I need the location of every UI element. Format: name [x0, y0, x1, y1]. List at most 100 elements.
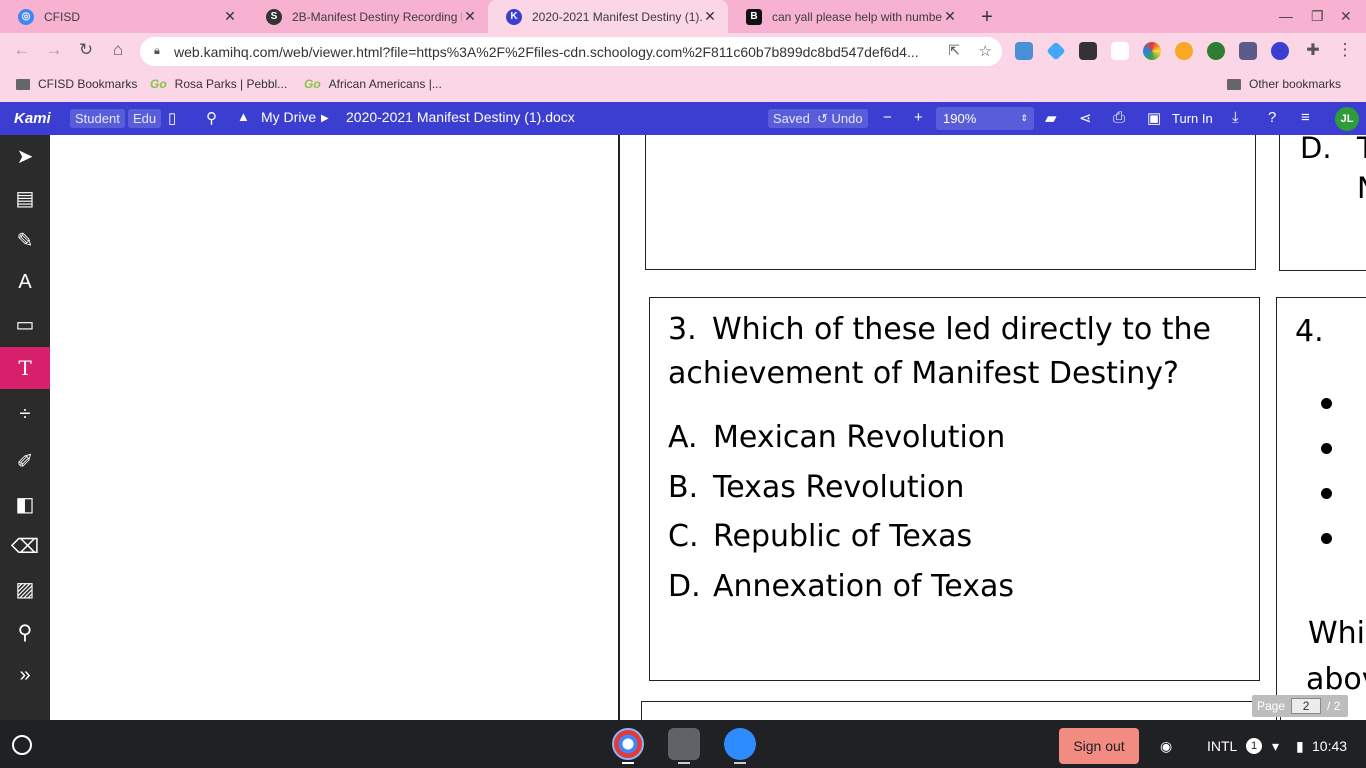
chrome-app-icon[interactable]	[612, 728, 644, 760]
bookmark-star-icon[interactable]: ☆	[979, 42, 992, 60]
drawing-tool-icon[interactable]: ✐	[0, 440, 50, 482]
extension-a-icon[interactable]	[1111, 42, 1129, 60]
markup-tool-icon[interactable]: ▤	[0, 177, 50, 219]
url-text: web.kamihq.com/web/viewer.html?file=http…	[174, 43, 919, 60]
open-folder-icon[interactable]: ▰	[1045, 109, 1057, 127]
accessibility-icon[interactable]: ◉	[1160, 738, 1172, 755]
open-external-icon[interactable]: ⇱	[948, 42, 960, 59]
zoom-app-icon[interactable]	[724, 728, 756, 760]
select-tool-icon[interactable]: ➤	[0, 135, 50, 177]
close-icon[interactable]: ✕	[942, 8, 958, 25]
text-tool-icon[interactable]: T	[0, 347, 50, 389]
close-window-icon[interactable]: ✕	[1340, 8, 1352, 25]
bookmark-label: African Americans |...	[328, 77, 442, 91]
tab-recording[interactable]: S 2B-Manifest Destiny Recording D ✕	[248, 0, 488, 33]
question-box-previous-right: D. T N	[1279, 135, 1366, 271]
shapes-tool-icon[interactable]: ◧	[0, 483, 50, 525]
bullet	[1321, 443, 1332, 454]
launcher-icon[interactable]	[12, 735, 32, 755]
tab-kami-document[interactable]: K 2020-2021 Manifest Destiny (1). ✕	[488, 0, 728, 33]
navigation-bar: ← → ↻ ⌂ 🔒︎ web.kamihq.com/web/viewer.htm…	[0, 33, 1366, 70]
hamburger-menu-icon[interactable]: ≡	[1301, 109, 1310, 126]
kami-logo: Kami	[14, 110, 51, 127]
bookmark-rosa-parks[interactable]: Go Rosa Parks | Pebbl...	[150, 77, 287, 91]
other-bookmarks[interactable]: Other bookmarks	[1227, 77, 1341, 91]
menu-more-icon[interactable]: ⋮	[1334, 40, 1356, 60]
keyboard-layout[interactable]: INTL	[1207, 738, 1237, 754]
schoology-icon: S	[266, 8, 282, 25]
extension-pdf-icon[interactable]	[1239, 42, 1257, 60]
forward-icon[interactable]: →	[43, 40, 65, 60]
close-icon[interactable]: ✕	[702, 8, 718, 25]
back-icon[interactable]: ←	[11, 40, 33, 60]
restore-icon[interactable]: ❐	[1311, 8, 1324, 25]
reload-icon[interactable]: ↻	[75, 40, 97, 60]
option-letter: D.	[1300, 135, 1332, 165]
equation-tool-icon[interactable]: A	[0, 261, 50, 303]
tab-brainly[interactable]: B can yall please help with numbe ✕	[728, 0, 968, 33]
close-icon[interactable]: ✕	[462, 8, 478, 25]
bookmark-label: Rosa Parks | Pebbl...	[174, 77, 288, 91]
option-a-text: Mexican Revolution	[713, 420, 1006, 455]
eraser-tool-icon[interactable]: ⌫	[0, 525, 50, 567]
address-bar[interactable]: 🔒︎ web.kamihq.com/web/viewer.html?file=h…	[140, 37, 1002, 66]
running-indicator	[678, 762, 690, 764]
comment-tool-icon[interactable]: ▭	[0, 303, 50, 345]
brainly-icon: B	[746, 8, 762, 25]
minimize-icon[interactable]: —	[1279, 8, 1293, 24]
print-icon[interactable]: ⎙	[1113, 109, 1125, 126]
extension-kami-icon[interactable]	[1271, 42, 1289, 60]
save-icon[interactable]: ▣	[1147, 109, 1161, 127]
signature-tool-icon[interactable]: ⚲	[0, 611, 50, 653]
zoom-out-icon[interactable]: −	[883, 109, 892, 126]
option-text-partial: N	[1357, 171, 1366, 205]
page-number-input[interactable]: 2	[1291, 698, 1322, 714]
document-filename[interactable]: 2020-2021 Manifest Destiny (1).docx	[346, 109, 575, 125]
share-icon[interactable]: ⋖	[1079, 109, 1092, 127]
home-icon[interactable]: ⌂	[107, 40, 129, 60]
download-icon[interactable]: ⤓	[1232, 109, 1239, 126]
question-3-line-2: achievement of Manifest Destiny?	[668, 356, 1179, 391]
image-tool-icon[interactable]: ▨	[0, 568, 50, 610]
option-b-text: Texas Revolution	[713, 470, 965, 505]
question-4-text-partial: Whi	[1308, 616, 1366, 651]
bookmark-african-americans[interactable]: Go African Americans |...	[304, 77, 442, 91]
new-tab-button[interactable]: +	[976, 6, 998, 29]
notification-count[interactable]: 1	[1246, 738, 1262, 754]
sign-out-button[interactable]: Sign out	[1059, 728, 1139, 764]
chrome-icon: ◎	[18, 8, 34, 25]
edu-badge: Edu	[128, 109, 162, 128]
undo-button[interactable]: ↺ Undo	[812, 109, 868, 128]
expand-toolbar-icon[interactable]: »	[0, 654, 50, 696]
tab-cfisd[interactable]: ◎ CFISD ✕	[0, 0, 248, 33]
search-icon[interactable]: ⚲	[206, 109, 217, 127]
my-drive-link[interactable]: My Drive	[261, 109, 316, 125]
zoom-select[interactable]: 190% ⇕	[936, 107, 1034, 130]
question-box-next	[641, 701, 1281, 720]
annotation-toolbar: ➤ ▤ ✎ A ▭ T ÷ ✐ ◧ ⌫ ▨ ⚲ »	[0, 135, 50, 720]
bookmark-cfisd[interactable]: CFISD Bookmarks	[16, 77, 137, 91]
camera-app-icon[interactable]	[668, 728, 700, 760]
document-viewer[interactable]: D. T N 3. Which of these led directly to…	[50, 135, 1366, 720]
divider-tool-icon[interactable]: ÷	[0, 393, 50, 435]
extension-diamond-icon[interactable]	[1046, 41, 1066, 61]
sidebar-toggle-icon[interactable]: ▯	[168, 109, 176, 127]
zoom-in-icon[interactable]: +	[914, 109, 923, 126]
extension-color-icon[interactable]	[1143, 42, 1161, 60]
clock[interactable]: 10:43	[1312, 738, 1347, 754]
drive-extension-icon[interactable]	[1015, 42, 1033, 60]
avatar[interactable]: JL	[1335, 107, 1359, 131]
running-indicator	[734, 762, 746, 764]
question-3-line-1: Which of these led directly to the	[712, 312, 1212, 347]
comment-voice-tool-icon[interactable]: ✎	[0, 219, 50, 261]
drive-icon: ▲	[237, 109, 250, 124]
extensions-puzzle-icon[interactable]: ✚	[1302, 40, 1324, 60]
extension-robot-icon[interactable]	[1079, 42, 1097, 60]
extension-compass-icon[interactable]	[1207, 42, 1225, 60]
close-icon[interactable]: ✕	[222, 8, 238, 25]
extension-on-icon[interactable]	[1175, 42, 1193, 60]
turn-in-button[interactable]: Turn In	[1172, 111, 1213, 126]
tab-strip: ◎ CFISD ✕ S 2B-Manifest Destiny Recordin…	[0, 0, 1366, 33]
other-bookmarks-label: Other bookmarks	[1249, 77, 1342, 91]
help-icon[interactable]: ?	[1268, 109, 1276, 126]
